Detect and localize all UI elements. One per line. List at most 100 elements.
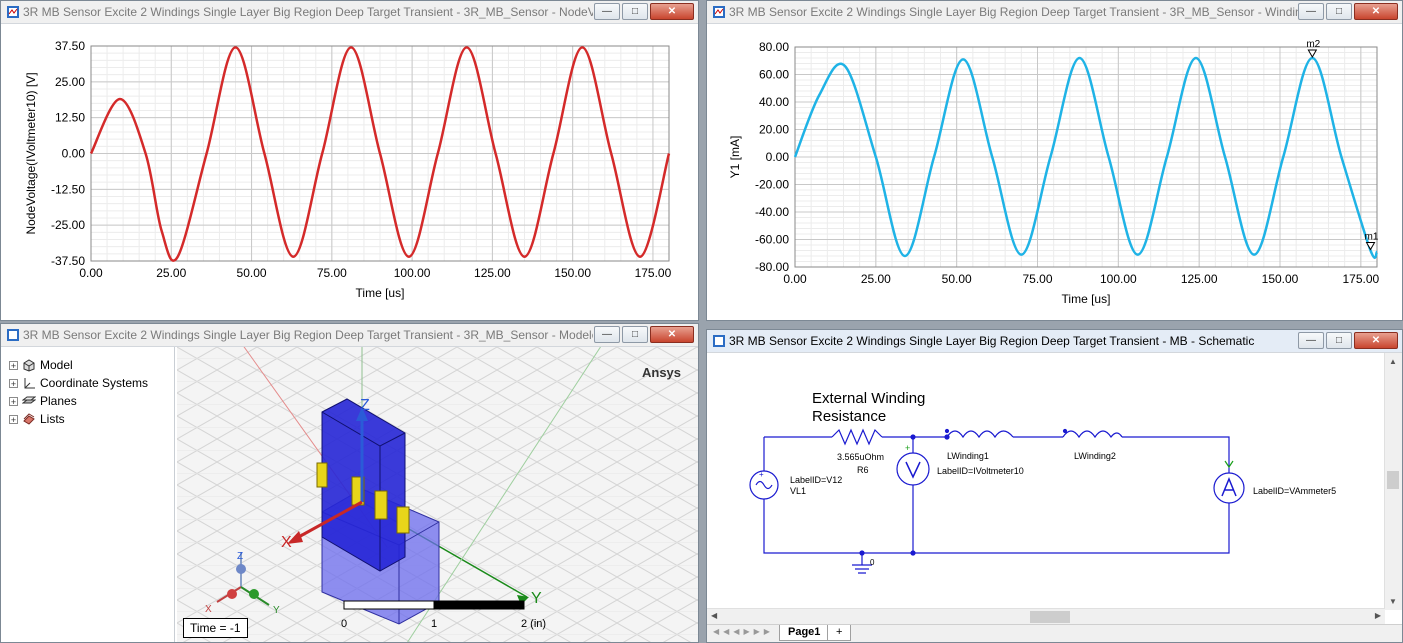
expand-icon[interactable]: +	[9, 378, 18, 388]
tree-label: Model	[40, 358, 73, 372]
note-line2: Resistance	[812, 408, 886, 425]
current-window-titlebar[interactable]: 3R MB Sensor Excite 2 Windings Single La…	[707, 1, 1402, 24]
x-tick-label: 175.00	[1342, 272, 1379, 286]
svg-text:Y: Y	[273, 605, 280, 616]
axes-icon	[24, 377, 35, 388]
svg-text:X: X	[205, 604, 212, 615]
maximize-button[interactable]: □	[1326, 332, 1352, 349]
window-title: 3R MB Sensor Excite 2 Windings Single La…	[23, 328, 593, 342]
window-title: 3R MB Sensor Excite 2 Windings Single La…	[729, 334, 1255, 348]
scale-label-0: 0	[341, 618, 347, 630]
close-button[interactable]: ✕	[1354, 332, 1398, 349]
maximize-button[interactable]: □	[622, 326, 648, 343]
svg-text:+: +	[759, 470, 764, 479]
svg-text:Z: Z	[237, 551, 243, 562]
expand-icon[interactable]: +	[9, 414, 18, 424]
vertical-scrollbar[interactable]: ▲ ▼	[1384, 353, 1402, 610]
voltmeter-label: LabelID=IVoltmeter10	[937, 466, 1024, 476]
x-tick-label: 0.00	[783, 272, 807, 286]
y-tick-label: -25.00	[51, 218, 85, 232]
app-icon	[713, 335, 725, 347]
current-plot-area[interactable]: 0.00 25.00 50.00 75.00 100.00 125.00 150.00 175…	[707, 24, 1402, 320]
tree-item-model[interactable]: + Model	[9, 357, 73, 373]
window-title: 3R MB Sensor Excite 2 Windings Single La…	[729, 5, 1299, 19]
close-button[interactable]: ✕	[1354, 3, 1398, 20]
time-label: Time = -1	[183, 618, 248, 638]
scroll-right-arrow[interactable]: ▶	[1375, 611, 1381, 620]
resistor-name: R6	[857, 465, 869, 475]
voltage-window-titlebar[interactable]: 3R MB Sensor Excite 2 Windings Single La…	[1, 1, 698, 24]
x-tick-label: 150.00	[554, 266, 591, 280]
resistor-value: 3.565uOhm	[837, 452, 884, 462]
x-tick-label: 25.00	[861, 272, 891, 286]
source-label: LabelID=V12	[790, 475, 842, 485]
tab-page1[interactable]: Page1	[779, 625, 830, 641]
inductor2-label: LWinding2	[1074, 451, 1116, 461]
voltage-plot-window[interactable]: 3R MB Sensor Excite 2 Windings Single La…	[0, 0, 699, 321]
maximize-button[interactable]: □	[622, 3, 648, 20]
tree-label: Lists	[40, 412, 65, 426]
schematic-window-titlebar[interactable]: 3R MB Sensor Excite 2 Windings Single La…	[707, 330, 1402, 353]
current-plot-window[interactable]: 3R MB Sensor Excite 2 Windings Single La…	[706, 0, 1403, 321]
marker-label: m2	[1306, 39, 1320, 50]
y-tick-label: 60.00	[759, 68, 789, 82]
modeler-window[interactable]: 3R MB Sensor Excite 2 Windings Single La…	[0, 323, 699, 643]
expand-icon[interactable]: +	[9, 360, 18, 370]
marker-triangle[interactable]	[1307, 49, 1318, 59]
y-axis-label: NodeVoltage(IVoltmeter10) [V]	[24, 72, 38, 234]
schematic-canvas[interactable]: External Winding Resistance 3.565uOhm R6…	[707, 353, 1385, 609]
ground-label: 0	[870, 558, 875, 567]
tree-item-planes[interactable]: + Planes	[9, 393, 77, 409]
close-button[interactable]: ✕	[650, 3, 694, 20]
x-tick-label: 75.00	[317, 266, 347, 280]
expand-icon[interactable]: +	[9, 396, 18, 406]
tree-label: Coordinate Systems	[40, 376, 149, 390]
maximize-button[interactable]: □	[1326, 3, 1352, 20]
y-tick-label: -80.00	[755, 260, 789, 274]
circuit-diagram: External Winding Resistance 3.565uOhm R6…	[749, 390, 1336, 574]
schematic-window[interactable]: 3R MB Sensor Excite 2 Windings Single La…	[706, 329, 1403, 643]
window-title: 3R MB Sensor Excite 2 Windings Single La…	[23, 5, 593, 19]
sheet-nav-arrows[interactable]: ◀◀◀▶▶▶	[713, 627, 774, 636]
x-tick-label: 125.00	[1181, 272, 1218, 286]
close-button[interactable]: ✕	[650, 326, 694, 343]
y-tick-label: -60.00	[755, 233, 789, 247]
minimize-button[interactable]: —	[594, 3, 620, 20]
planes-icon	[22, 396, 36, 403]
y-tick-label: 20.00	[759, 123, 789, 137]
minimize-button[interactable]: —	[1298, 332, 1324, 349]
minimize-button[interactable]: —	[594, 326, 620, 343]
y-tick-label: -37.50	[51, 254, 85, 268]
minimize-button[interactable]: —	[1298, 3, 1324, 20]
tree-item-coordinate-systems[interactable]: + Coordinate Systems	[9, 375, 148, 391]
scroll-thumb[interactable]	[1030, 611, 1070, 623]
x-tick-label: 125.00	[474, 266, 511, 280]
3d-viewport[interactable]: Z X Y Z X Y 0 1 2 (in) Ansys Time = -1	[177, 347, 698, 642]
sheet-tab-bar: ◀◀◀▶▶▶ Page1 +	[707, 624, 1402, 642]
add-sheet-tab[interactable]: +	[827, 625, 852, 641]
scroll-thumb[interactable]	[1387, 471, 1399, 489]
x-tick-label: 75.00	[1022, 272, 1052, 286]
source-name: VL1	[790, 486, 806, 496]
tree-item-lists[interactable]: + Lists	[9, 411, 65, 427]
y-tick-label: 25.00	[55, 75, 85, 89]
ammeter-label: LabelID=VAmmeter5	[1253, 486, 1336, 496]
modeler-window-titlebar[interactable]: 3R MB Sensor Excite 2 Windings Single La…	[1, 324, 698, 347]
scroll-up-arrow[interactable]: ▲	[1389, 357, 1397, 366]
model-tree[interactable]: + Model + Coordinate Systems + Planes + …	[1, 347, 175, 642]
y-axis-label: Y1 [mA]	[728, 136, 742, 179]
marker-label: m1	[1365, 232, 1379, 243]
scale-label-1: 1	[431, 618, 437, 630]
y-tick-label: -40.00	[755, 205, 789, 219]
inductor1-label: LWinding1	[947, 451, 989, 461]
current-chart: 0.00 25.00 50.00 75.00 100.00 125.00 150.00 175…	[728, 39, 1380, 306]
x-tick-label: 50.00	[237, 266, 267, 280]
voltage-plot-area[interactable]: 0.00 25.00 50.00 75.00 100.00 125.00 150.00 175…	[1, 24, 698, 320]
z-axis-label: Z	[360, 397, 370, 414]
y-tick-label: 40.00	[759, 95, 789, 109]
scroll-down-arrow[interactable]: ▼	[1389, 597, 1397, 606]
x-tick-label: 100.00	[1100, 272, 1137, 286]
note-line1: External Winding	[812, 390, 925, 407]
scroll-left-arrow[interactable]: ◀	[711, 611, 717, 620]
x-tick-label: 50.00	[942, 272, 972, 286]
